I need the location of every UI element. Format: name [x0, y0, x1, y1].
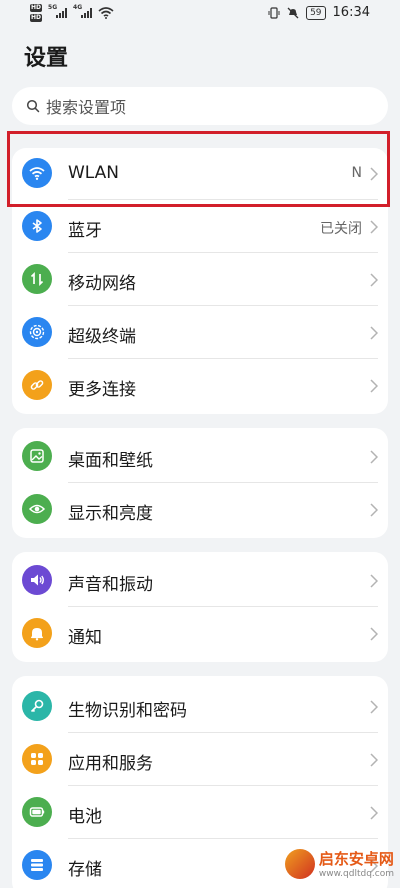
search-placeholder: 搜索设置项	[46, 98, 127, 117]
chevron-right-icon	[370, 574, 378, 588]
wifi-icon	[22, 158, 52, 188]
settings-item-label: 移动网络	[68, 274, 136, 294]
mobile-data-icon	[22, 264, 52, 294]
watermark-logo-icon	[284, 848, 315, 879]
settings-item-label: 生物识别和密码	[68, 701, 187, 721]
settings-item-label: 通知	[68, 628, 102, 648]
status-bar: HD HD 5G 4G 59 16:34	[0, 0, 400, 30]
search-bar[interactable]: 搜索设置项	[12, 87, 388, 125]
bluetooth-icon	[22, 211, 52, 241]
bell-icon	[22, 618, 52, 648]
watermark: 启东安卓网 www.qdltdq.com	[284, 848, 394, 879]
apps-icon	[22, 744, 52, 774]
battery-indicator: 59	[306, 5, 326, 20]
chevron-right-icon	[370, 806, 378, 820]
settings-item-label: 显示和亮度	[68, 504, 153, 524]
watermark-name: 启东安卓网	[318, 850, 394, 868]
settings-item-bluetooth[interactable]: 蓝牙 已关闭	[12, 201, 388, 253]
settings-item-apps[interactable]: 应用和服务	[12, 734, 388, 786]
wallpaper-icon	[22, 441, 52, 471]
settings-item-more-connections[interactable]: 更多连接	[12, 360, 388, 412]
settings-item-notifications[interactable]: 通知	[12, 608, 388, 660]
settings-item-biometrics[interactable]: 生物识别和密码	[12, 681, 388, 733]
settings-item-label: 电池	[68, 807, 102, 827]
settings-item-wallpaper[interactable]: 桌面和壁纸	[12, 431, 388, 483]
settings-group-sound: 声音和振动 通知	[12, 552, 388, 662]
link-icon	[22, 370, 52, 400]
settings-item-battery[interactable]: 电池	[12, 787, 388, 839]
chevron-right-icon	[370, 753, 378, 767]
settings-item-display[interactable]: 显示和亮度	[12, 484, 388, 536]
chevron-right-icon	[370, 379, 378, 393]
chevron-right-icon	[370, 700, 378, 714]
chevron-right-icon	[370, 503, 378, 517]
watermark-url: www.qdltdq.com	[318, 869, 394, 879]
chevron-right-icon	[370, 627, 378, 641]
settings-item-wlan[interactable]: WLAN N	[12, 148, 388, 200]
signal-icon-2: 4G	[73, 4, 93, 18]
super-device-icon	[22, 317, 52, 347]
settings-item-label: 桌面和壁纸	[68, 451, 153, 471]
chevron-right-icon	[370, 450, 378, 464]
settings-item-label: 更多连接	[68, 380, 136, 400]
mute-icon	[287, 7, 299, 18]
signal-icon-1: 5G	[48, 4, 68, 18]
settings-item-label: WLAN	[68, 163, 120, 183]
chevron-right-icon	[370, 167, 378, 181]
settings-item-sound[interactable]: 声音和振动	[12, 555, 388, 607]
settings-item-mobile-network[interactable]: 移动网络	[12, 254, 388, 306]
wifi-status-icon	[98, 7, 114, 19]
storage-icon	[22, 850, 52, 880]
page-title: 设置	[24, 46, 69, 71]
search-icon	[26, 99, 40, 113]
vibrate-icon	[268, 6, 280, 19]
hd-badge-2: HD	[30, 14, 43, 22]
settings-item-label: 声音和振动	[68, 575, 153, 595]
settings-item-super-device[interactable]: 超级终端	[12, 307, 388, 359]
settings-item-label: 应用和服务	[68, 754, 153, 774]
settings-item-label: 蓝牙	[68, 221, 102, 241]
chevron-right-icon	[370, 273, 378, 287]
chevron-right-icon	[370, 326, 378, 340]
speaker-icon	[22, 565, 52, 595]
status-time: 16:34	[332, 5, 370, 20]
hd-badge-1: HD	[30, 4, 43, 12]
settings-item-value: N	[351, 165, 362, 181]
key-icon	[22, 691, 52, 721]
settings-item-label: 存储	[68, 860, 102, 880]
battery-icon	[22, 797, 52, 827]
eye-icon	[22, 494, 52, 524]
settings-group-connectivity: WLAN N 蓝牙 已关闭 移动网络 超级终端 更多连接	[12, 148, 388, 414]
settings-item-value: 已关闭	[320, 221, 362, 237]
settings-item-label: 超级终端	[68, 327, 136, 347]
chevron-right-icon	[370, 220, 378, 234]
settings-group-display: 桌面和壁纸 显示和亮度	[12, 428, 388, 538]
